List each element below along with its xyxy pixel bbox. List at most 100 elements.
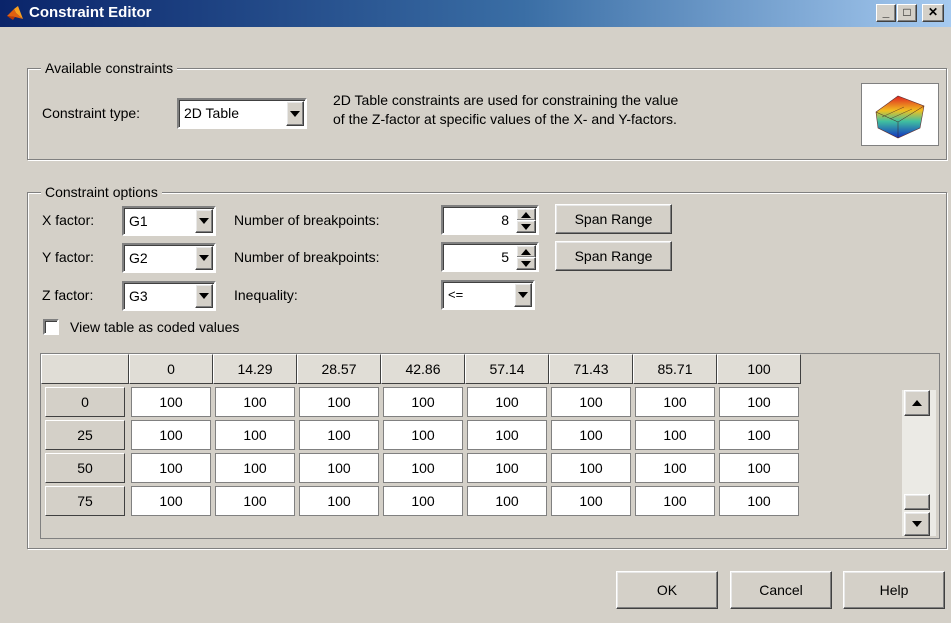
table-cell[interactable]: 100	[131, 486, 211, 516]
cancel-button[interactable]: Cancel	[730, 571, 832, 609]
table-cell[interactable]: 100	[551, 387, 631, 417]
inequality-dropdown[interactable]: <=	[441, 280, 535, 310]
table-cell[interactable]: 100	[719, 387, 799, 417]
table-cell[interactable]: 100	[467, 420, 547, 450]
table-cell[interactable]: 100	[299, 387, 379, 417]
y-breakpoints-value: 5	[501, 249, 509, 265]
table-cell[interactable]: 100	[299, 420, 379, 450]
table-cell[interactable]: 100	[215, 420, 295, 450]
table-cell[interactable]: 100	[215, 486, 295, 516]
x-factor-dropdown[interactable]: G1	[122, 206, 216, 236]
column-header: 100	[717, 354, 801, 384]
table-cell[interactable]: 100	[383, 387, 463, 417]
minimize-button[interactable]: _	[876, 4, 896, 22]
coded-values-label: View table as coded values	[70, 319, 240, 335]
y-span-range-button[interactable]: Span Range	[555, 241, 672, 271]
surface-plot-icon	[861, 83, 939, 146]
x-breakpoints-label: Number of breakpoints:	[234, 212, 380, 228]
table-cell[interactable]: 100	[383, 486, 463, 516]
help-button[interactable]: Help	[843, 571, 945, 609]
spin-down-icon[interactable]	[516, 257, 536, 270]
table-cell[interactable]: 100	[719, 486, 799, 516]
constraint-options-legend: Constraint options	[41, 183, 162, 201]
row-header: 50	[45, 453, 125, 483]
table-cell[interactable]: 100	[131, 420, 211, 450]
table-cell[interactable]: 100	[635, 486, 715, 516]
spin-down-icon[interactable]	[516, 220, 536, 233]
x-factor-label: X factor:	[42, 212, 95, 228]
x-breakpoints-spinner[interactable]: 8	[441, 205, 539, 235]
chevron-down-icon[interactable]	[195, 209, 213, 233]
y-factor-label: Y factor:	[42, 249, 94, 265]
x-span-range-button[interactable]: Span Range	[555, 204, 672, 234]
inequality-value: <=	[448, 287, 464, 302]
table-cell[interactable]: 100	[131, 387, 211, 417]
table-cell[interactable]: 100	[467, 387, 547, 417]
table-cell[interactable]: 100	[719, 420, 799, 450]
coded-values-checkbox[interactable]	[43, 319, 59, 335]
scroll-up-icon[interactable]	[904, 390, 930, 416]
table-cell[interactable]: 100	[299, 486, 379, 516]
table-cell[interactable]: 100	[635, 453, 715, 483]
x-breakpoints-value: 8	[501, 212, 509, 228]
help-button-label: Help	[879, 582, 909, 598]
scroll-thumb[interactable]	[904, 494, 930, 510]
table-cell[interactable]: 100	[467, 486, 547, 516]
y-span-range-label: Span Range	[574, 248, 653, 264]
window-title: Constraint Editor	[29, 4, 152, 21]
y-factor-value: G2	[129, 250, 148, 266]
z-factor-label: Z factor:	[42, 287, 94, 303]
table-cell[interactable]: 100	[551, 486, 631, 516]
table-cell[interactable]: 100	[131, 453, 211, 483]
description-line-2: of the Z-factor at specific values of th…	[333, 111, 677, 127]
table-cell[interactable]: 100	[551, 420, 631, 450]
ok-button[interactable]: OK	[616, 571, 718, 609]
table-cell[interactable]: 100	[299, 453, 379, 483]
table-cell[interactable]: 100	[383, 453, 463, 483]
column-header: 57.14	[465, 354, 549, 384]
available-constraints-legend: Available constraints	[41, 59, 178, 77]
matlab-icon	[7, 6, 23, 20]
constraint-description: 2D Table constraints are used for constr…	[333, 91, 853, 129]
inequality-label: Inequality:	[234, 287, 298, 303]
row-header: 0	[45, 387, 125, 417]
y-factor-dropdown[interactable]: G2	[122, 243, 216, 273]
scroll-down-icon[interactable]	[904, 512, 930, 536]
column-header: 42.86	[381, 354, 465, 384]
row-header: 75	[45, 486, 125, 516]
column-header: 0	[129, 354, 213, 384]
table-corner	[41, 354, 129, 384]
constraint-type-value: 2D Table	[184, 105, 240, 121]
constraint-type-dropdown[interactable]: 2D Table	[177, 98, 307, 129]
table-cell[interactable]: 100	[551, 453, 631, 483]
table-cell[interactable]: 100	[215, 387, 295, 417]
chevron-down-icon[interactable]	[286, 101, 304, 126]
x-factor-value: G1	[129, 213, 148, 229]
table-cell[interactable]: 100	[635, 387, 715, 417]
chevron-down-icon[interactable]	[195, 284, 213, 308]
table-cell[interactable]: 100	[215, 453, 295, 483]
ok-button-label: OK	[656, 582, 678, 598]
column-header: 85.71	[633, 354, 717, 384]
description-line-1: 2D Table constraints are used for constr…	[333, 92, 679, 108]
table-cell[interactable]: 100	[383, 420, 463, 450]
table-cell[interactable]: 100	[467, 453, 547, 483]
table-grid: 0 14.29 28.57 42.86 57.14 71.43 85.71 100 0 100 10…	[41, 354, 901, 538]
constraint-type-label: Constraint type:	[42, 105, 141, 121]
table-cell[interactable]: 100	[719, 453, 799, 483]
z-factor-value: G3	[129, 288, 148, 304]
table-cell[interactable]: 100	[635, 420, 715, 450]
column-header: 71.43	[549, 354, 633, 384]
column-header: 14.29	[213, 354, 297, 384]
chevron-down-icon[interactable]	[195, 246, 213, 270]
row-header: 25	[45, 420, 125, 450]
maximize-button[interactable]: □	[897, 4, 917, 22]
cancel-button-label: Cancel	[759, 582, 803, 598]
chevron-down-icon[interactable]	[514, 283, 532, 307]
y-breakpoints-label: Number of breakpoints:	[234, 249, 380, 265]
z-factor-dropdown[interactable]: G3	[122, 281, 216, 311]
column-header: 28.57	[297, 354, 381, 384]
x-span-range-label: Span Range	[574, 211, 653, 227]
y-breakpoints-spinner[interactable]: 5	[441, 242, 539, 272]
close-button[interactable]: ✕	[922, 4, 944, 22]
